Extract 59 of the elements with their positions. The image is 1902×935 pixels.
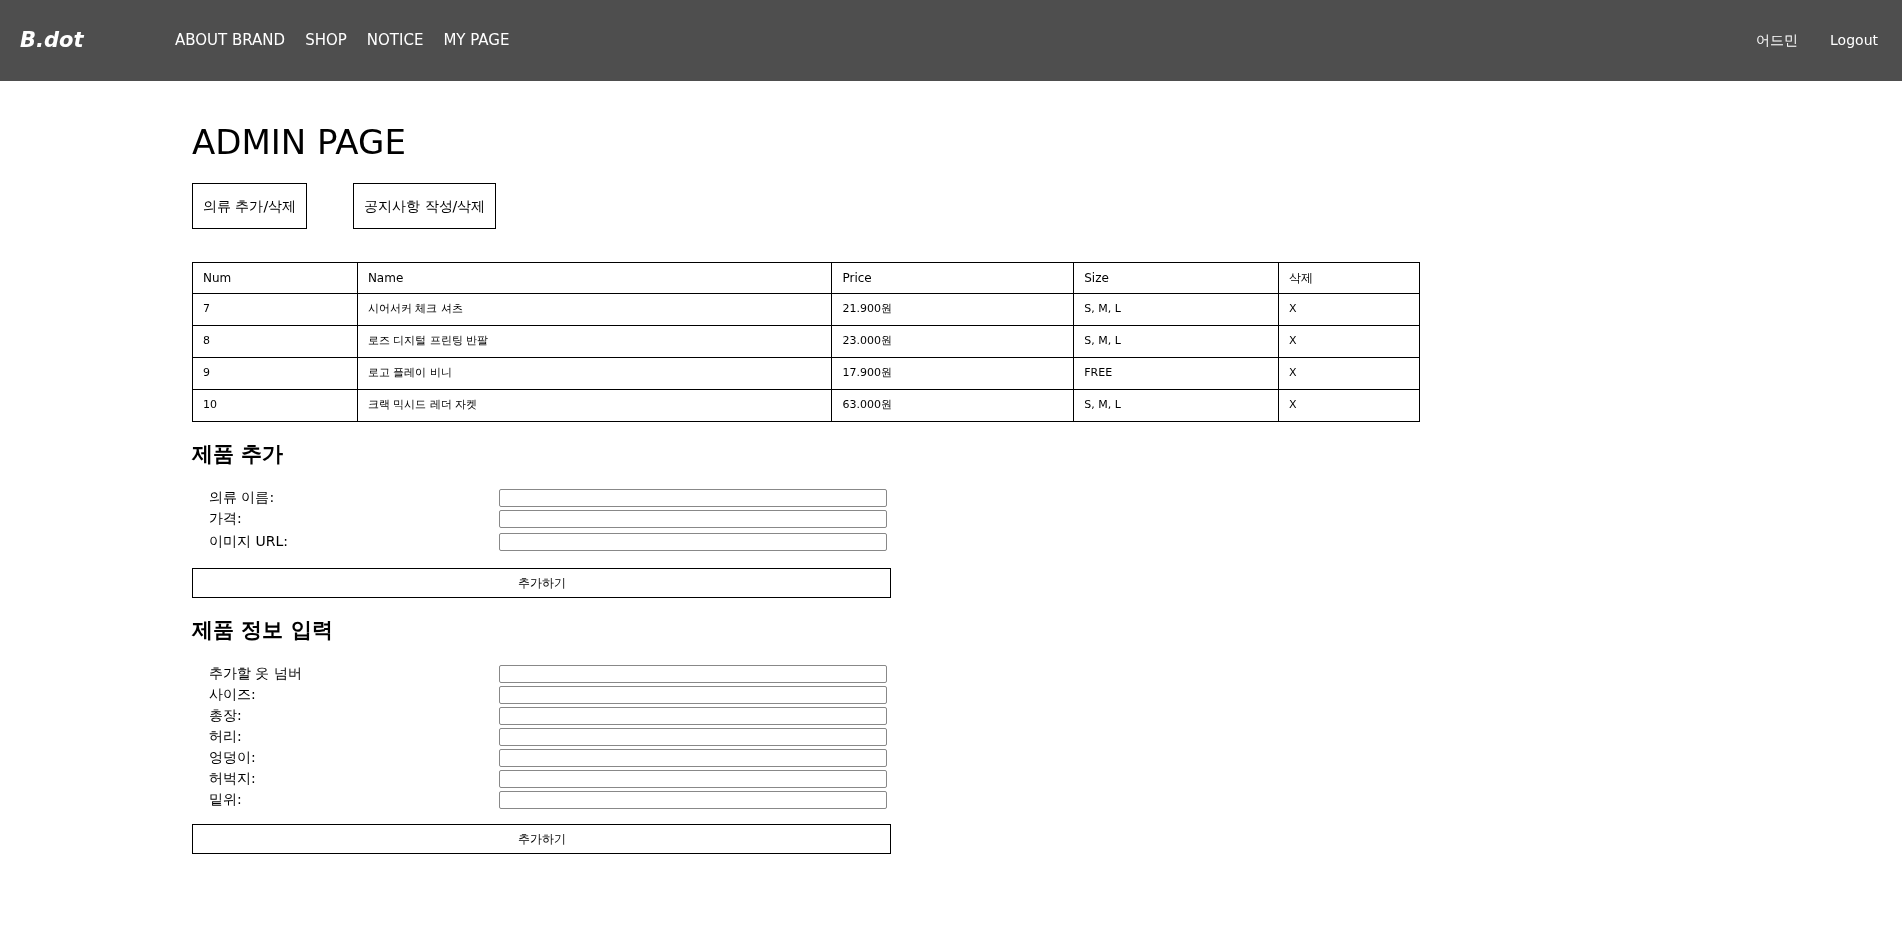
table-cell: S, M, L [1073, 293, 1279, 326]
delete-link[interactable]: X [1278, 389, 1420, 422]
section-heading: 제품 정보 입력 [192, 620, 334, 641]
input-field[interactable] [499, 685, 887, 704]
table-cell: 21.900원 [831, 293, 1074, 326]
logo[interactable]: B.dot [20, 24, 175, 57]
input-field[interactable] [499, 769, 887, 788]
nav-link[interactable]: MY PAGE [443, 29, 510, 52]
tab-button[interactable]: 의류 추가/삭제 [192, 183, 308, 229]
table-cell: 크랙 믹시드 레더 자켓 [357, 389, 832, 422]
page-title: ADMIN PAGE [192, 125, 407, 159]
field-label: 밑위: [209, 790, 243, 809]
field-label: 가격: [209, 509, 243, 528]
table-cell: 63.000원 [831, 389, 1074, 422]
add-button[interactable]: 추가하기 [192, 824, 891, 854]
column-header: Num [192, 262, 358, 294]
field-label: 총장: [209, 706, 243, 725]
table-cell: S, M, L [1073, 389, 1279, 422]
field-label: 사이즈: [209, 685, 257, 704]
column-header: Price [831, 262, 1074, 294]
field-label: 허벅지: [209, 769, 257, 788]
input-field[interactable] [499, 509, 887, 528]
table-cell: 로즈 디지털 프린팅 반팔 [357, 325, 832, 358]
input-field[interactable] [499, 748, 887, 767]
input-field[interactable] [499, 727, 887, 746]
delete-link[interactable]: X [1278, 325, 1420, 358]
table-cell: 10 [192, 389, 358, 422]
logout-link[interactable]: Logout [1830, 30, 1878, 51]
table-cell: 8 [192, 325, 358, 358]
column-header: Name [357, 262, 832, 294]
table-cell: S, M, L [1073, 325, 1279, 358]
input-field[interactable] [499, 664, 887, 683]
input-field[interactable] [499, 790, 887, 809]
user-name-link[interactable]: 어드민 [1756, 30, 1799, 51]
field-label: 추가할 옷 넘버 [209, 664, 303, 683]
tab-button[interactable]: 공지사항 작성/삭제 [353, 183, 497, 229]
field-label: 허리: [209, 727, 243, 746]
input-field[interactable] [499, 706, 887, 725]
table-cell: FREE [1073, 357, 1279, 390]
column-header: Size [1073, 262, 1279, 294]
column-header: 삭제 [1278, 262, 1420, 294]
nav-link[interactable]: SHOP [305, 29, 347, 52]
table-cell: 17.900원 [831, 357, 1074, 390]
field-label: 이미지 URL: [209, 532, 289, 551]
table-cell: 로고 플레이 비니 [357, 357, 832, 390]
nav-link[interactable]: ABOUT BRAND [175, 29, 286, 52]
nav-link[interactable]: NOTICE [366, 29, 424, 52]
field-label: 의류 이름: [209, 488, 276, 507]
delete-link[interactable]: X [1278, 357, 1420, 390]
input-field[interactable] [499, 488, 887, 507]
table-cell: 시어서커 체크 셔츠 [357, 293, 832, 326]
section-heading: 제품 추가 [192, 444, 285, 465]
add-button[interactable]: 추가하기 [192, 568, 891, 598]
delete-link[interactable]: X [1278, 293, 1420, 326]
input-field[interactable] [499, 532, 887, 551]
field-label: 엉덩이: [209, 748, 257, 767]
table-cell: 23.000원 [831, 325, 1074, 358]
table-cell: 9 [192, 357, 358, 390]
table-cell: 7 [192, 293, 358, 326]
